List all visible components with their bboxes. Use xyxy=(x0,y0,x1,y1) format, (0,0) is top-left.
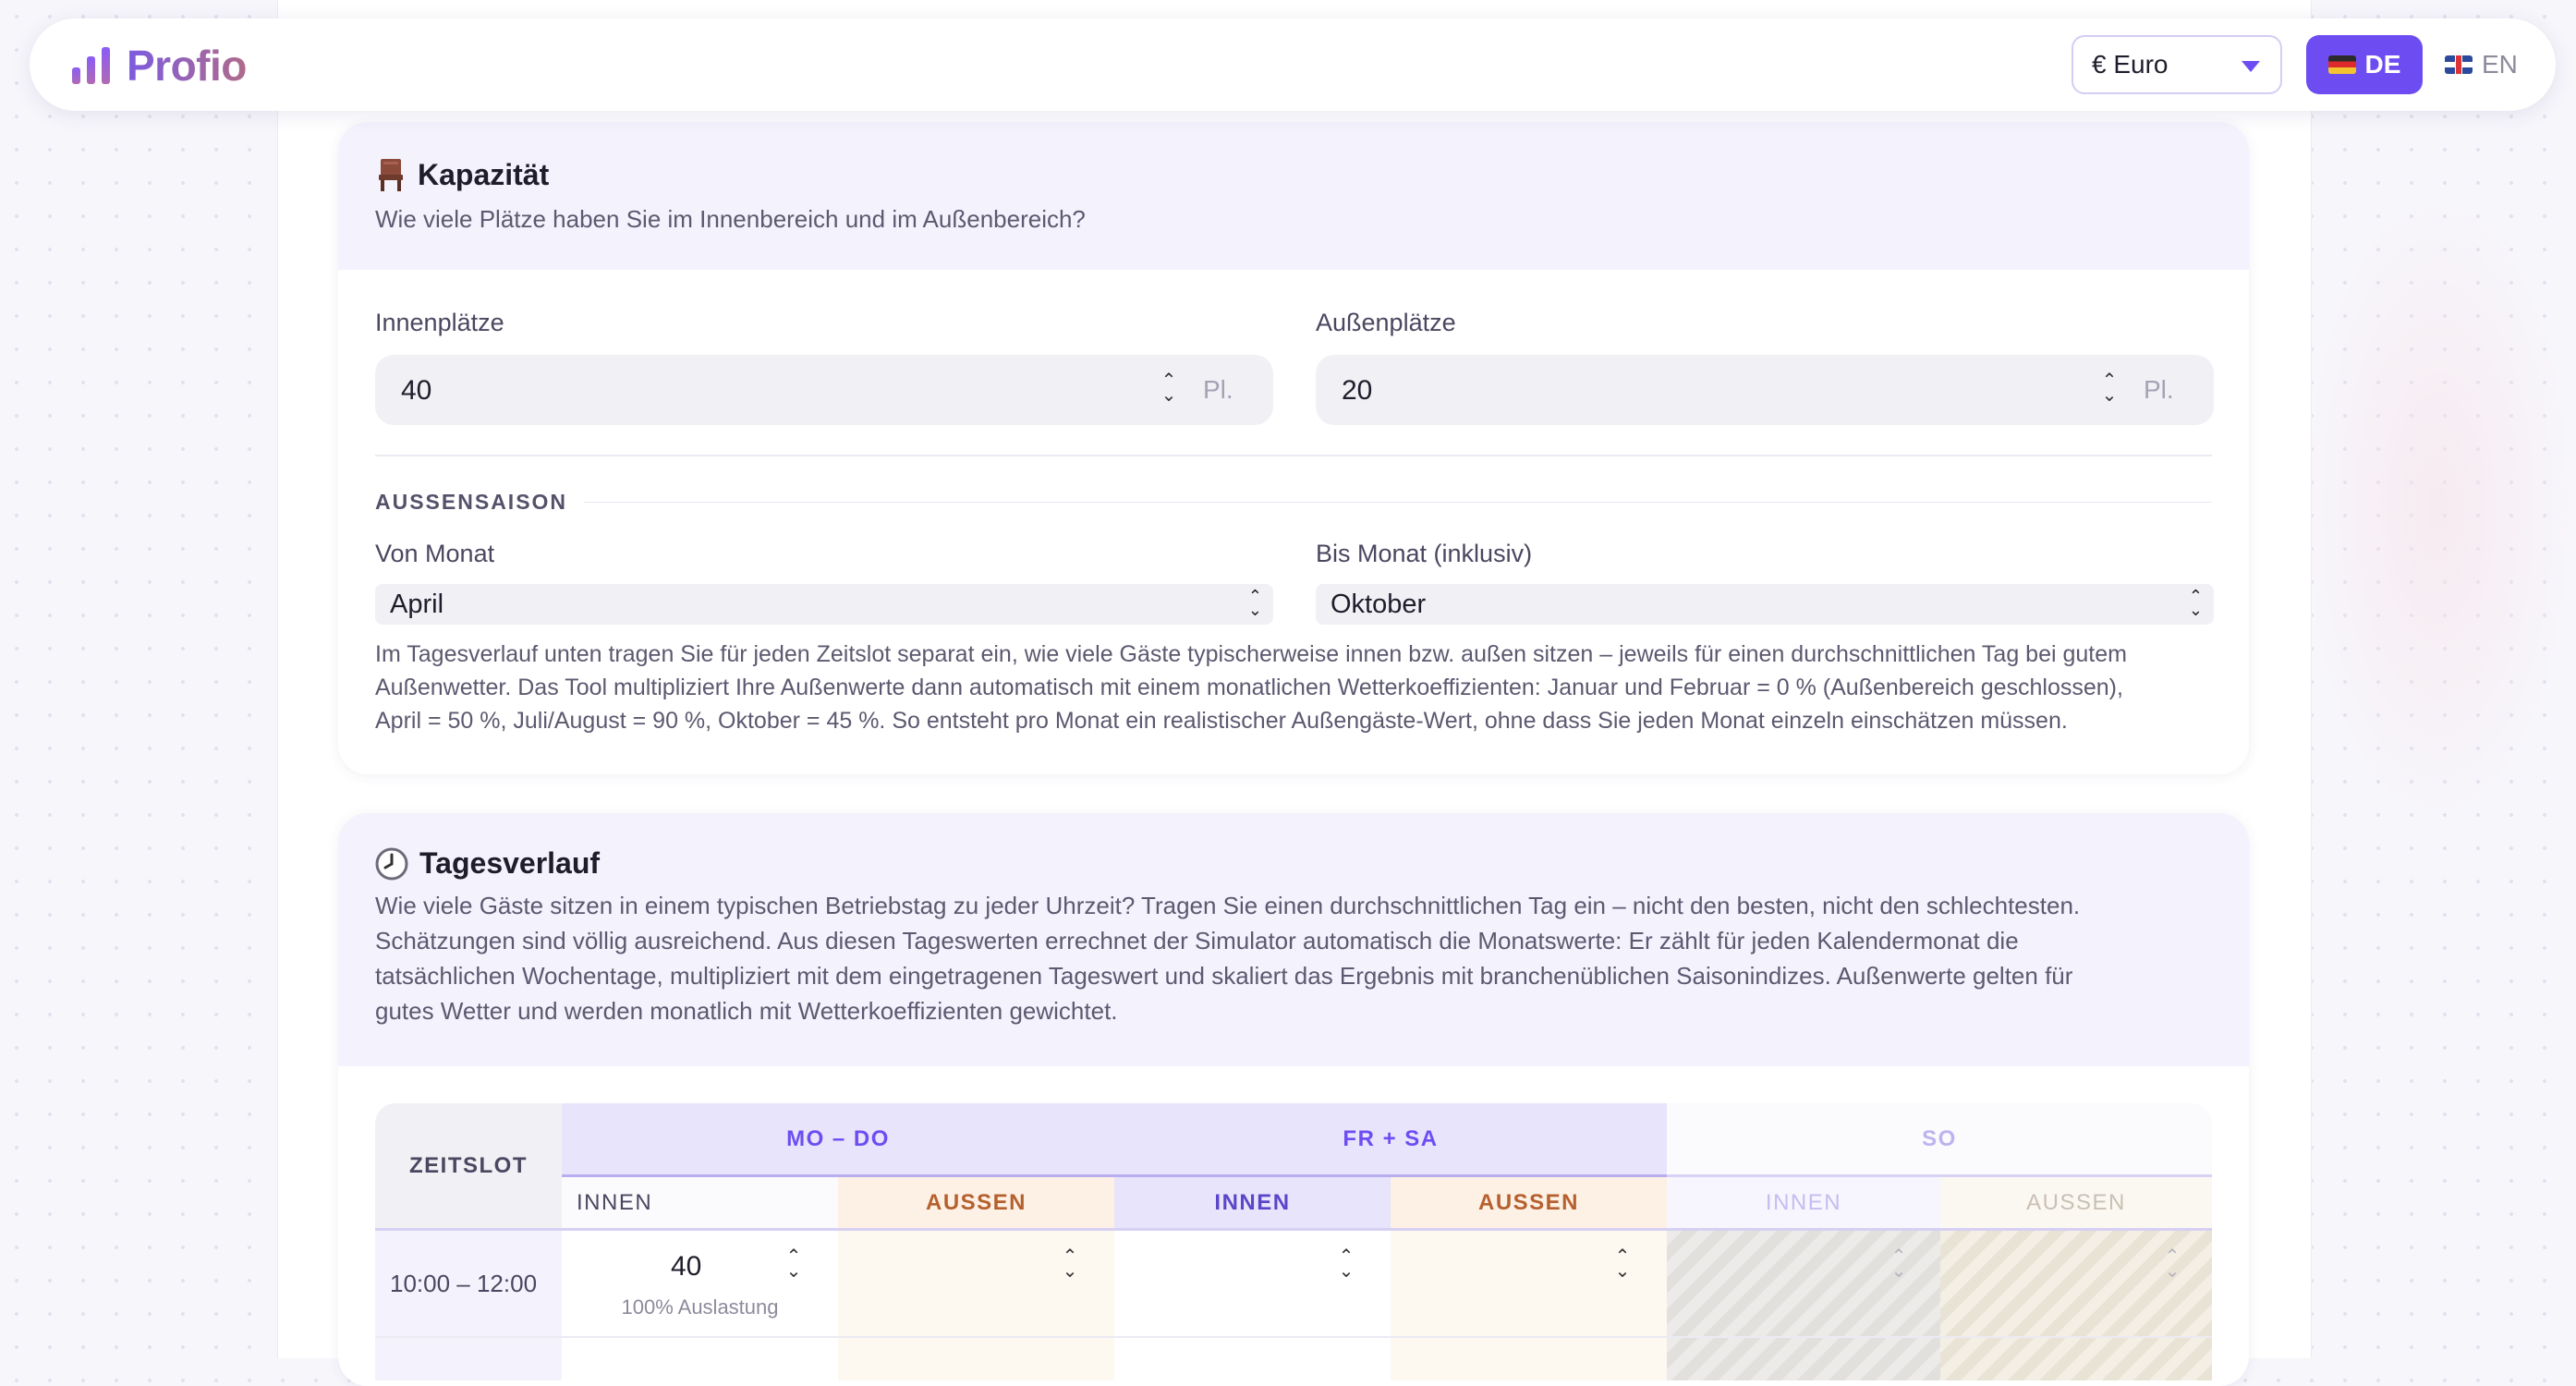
currency-selected-value: € Euro xyxy=(2092,50,2169,79)
desc-line: tatsächlichen Wochentage, multipliziert … xyxy=(375,962,2073,990)
desc-line: Wie viele Gäste sitzen in einem typische… xyxy=(375,892,2081,919)
to-month-select[interactable]: Oktober ⌃ ⌄ xyxy=(1316,584,2214,625)
sub-header-innen: INNEN xyxy=(562,1177,838,1231)
language-label-en: EN xyxy=(2482,50,2518,79)
outdoor-seats-input[interactable]: 20 ⌃ ⌄ Pl. xyxy=(1316,355,2214,425)
so-aussen-input-disabled: ⌃ ⌄ xyxy=(1940,1231,2212,1336)
stepper-icon[interactable]: ⌃ ⌄ xyxy=(784,1247,804,1281)
sub-header-aussen: AUSSEN xyxy=(1940,1177,2212,1231)
divider xyxy=(375,455,2212,456)
outdoor-seats-label: Außenplätze xyxy=(1316,309,1456,336)
from-month-value: April xyxy=(390,589,444,619)
table-cell xyxy=(1940,1338,2212,1380)
capacity-card: Kapazität Wie viele Plätze haben Sie im … xyxy=(338,122,2249,774)
stepper-icon[interactable]: ⌃ ⌄ xyxy=(1060,1247,1080,1281)
mo-do-innen-input[interactable]: 40 ⌃ ⌄ 100% Auslastung xyxy=(562,1231,838,1336)
mo-do-aussen-input[interactable]: ⌃ ⌄ xyxy=(838,1231,1114,1336)
stepper-icon[interactable]: ⌃ ⌄ xyxy=(1159,371,1179,405)
logo[interactable]: Profio xyxy=(72,41,247,91)
table-cell xyxy=(838,1338,1114,1380)
group-header-so: SO xyxy=(1667,1103,2212,1177)
top-navbar: Profio € Euro DE EN xyxy=(30,18,2556,111)
background-glow xyxy=(2299,185,2576,832)
note-line: Im Tagesverlauf unten tragen Sie für jed… xyxy=(375,641,2127,667)
language-button-de[interactable]: DE xyxy=(2306,35,2423,94)
daily-title-text: Tagesverlauf xyxy=(419,846,601,880)
logo-text: Profio xyxy=(127,42,247,90)
uk-flag-icon xyxy=(2445,55,2473,74)
outdoor-seats-value: 20 xyxy=(1342,375,1373,406)
timeslot-header: ZEITSLOT xyxy=(375,1103,562,1231)
to-month-label: Bis Monat (inklusiv) xyxy=(1316,540,1533,567)
occupancy-hint: 100% Auslastung xyxy=(621,1295,779,1319)
fr-sa-innen-input[interactable]: ⌃ ⌄ xyxy=(1114,1231,1391,1336)
capacity-card-header: Kapazität Wie viele Plätze haben Sie im … xyxy=(338,122,2249,270)
sub-header-aussen: AUSSEN xyxy=(1391,1177,1667,1231)
table-row-timeslot xyxy=(375,1338,562,1380)
select-chevrons-icon: ⌃ ⌄ xyxy=(1247,587,1262,619)
table-cell xyxy=(1391,1338,1667,1380)
caret-down-icon xyxy=(2242,61,2260,72)
desc-line: Schätzungen sind völlig ausreichend. Aus… xyxy=(375,927,2019,954)
clock-icon xyxy=(375,847,408,880)
chair-icon xyxy=(379,159,403,191)
sub-header-innen: INNEN xyxy=(1667,1177,1940,1231)
stepper-icon: ⌃ ⌄ xyxy=(2164,1246,2181,1282)
germany-flag-icon xyxy=(2327,55,2356,74)
currency-select[interactable]: € Euro xyxy=(2072,35,2282,94)
divider xyxy=(584,502,2212,503)
stepper-icon[interactable]: ⌃ ⌄ xyxy=(1336,1247,1356,1281)
daily-description: Wie viele Gäste sitzen in einem typische… xyxy=(375,888,2212,1028)
group-header-fr-sa: FR + SA xyxy=(1114,1103,1667,1177)
mo-do-innen-value: 40 xyxy=(671,1251,702,1282)
capacity-title-text: Kapazität xyxy=(418,157,550,191)
capacity-description: Wie viele Plätze haben Sie im Innenberei… xyxy=(375,205,1086,233)
sub-header-innen: INNEN xyxy=(1114,1177,1391,1231)
language-label-de: DE xyxy=(2364,50,2401,79)
fr-sa-aussen-input[interactable]: ⌃ ⌄ xyxy=(1391,1231,1667,1336)
select-chevrons-icon: ⌃ ⌄ xyxy=(2188,587,2203,619)
language-button-en[interactable]: EN xyxy=(2445,35,2537,94)
stepper-icon: ⌃ ⌄ xyxy=(1890,1246,1907,1282)
outdoor-season-note: Im Tagesverlauf unten tragen Sie für jed… xyxy=(375,638,2214,737)
sub-header-aussen: AUSSEN xyxy=(838,1177,1114,1231)
bar-chart-icon xyxy=(72,47,110,84)
note-line: Außenwetter. Das Tool multipliziert Ihre… xyxy=(375,675,2123,700)
so-innen-input-disabled: ⌃ ⌄ xyxy=(1667,1231,1940,1336)
outdoor-seats-unit: Pl. xyxy=(2144,375,2174,404)
capacity-title: Kapazität xyxy=(375,157,2212,192)
indoor-seats-input[interactable]: 40 ⌃ ⌄ Pl. xyxy=(375,355,1273,425)
stepper-icon[interactable]: ⌃ ⌄ xyxy=(2099,371,2120,405)
note-line: April = 50 %, Juli/August = 90 %, Oktobe… xyxy=(375,708,2068,734)
desc-line: gutes Wetter und werden monatlich mit We… xyxy=(375,997,1118,1025)
from-month-label: Von Monat xyxy=(375,540,495,567)
from-month-select[interactable]: April ⌃ ⌄ xyxy=(375,584,1273,625)
table-cell xyxy=(1667,1338,1940,1380)
daily-title: Tagesverlauf xyxy=(375,846,2212,881)
daily-table: ZEITSLOT MO – DO FR + SA SO INNEN AUSSEN… xyxy=(375,1103,2212,1380)
daily-card-header: Tagesverlauf Wie viele Gäste sitzen in e… xyxy=(338,813,2249,1066)
indoor-seats-unit: Pl. xyxy=(1203,375,1233,404)
stepper-icon[interactable]: ⌃ ⌄ xyxy=(1612,1247,1633,1281)
indoor-seats-value: 40 xyxy=(401,375,432,406)
group-header-mo-do: MO – DO xyxy=(562,1103,1114,1177)
outdoor-season-label: AUSSENSAISON xyxy=(375,490,568,514)
to-month-value: Oktober xyxy=(1331,589,1427,619)
table-row-timeslot: 10:00 – 12:00 xyxy=(375,1231,562,1336)
indoor-seats-label: Innenplätze xyxy=(375,309,504,336)
